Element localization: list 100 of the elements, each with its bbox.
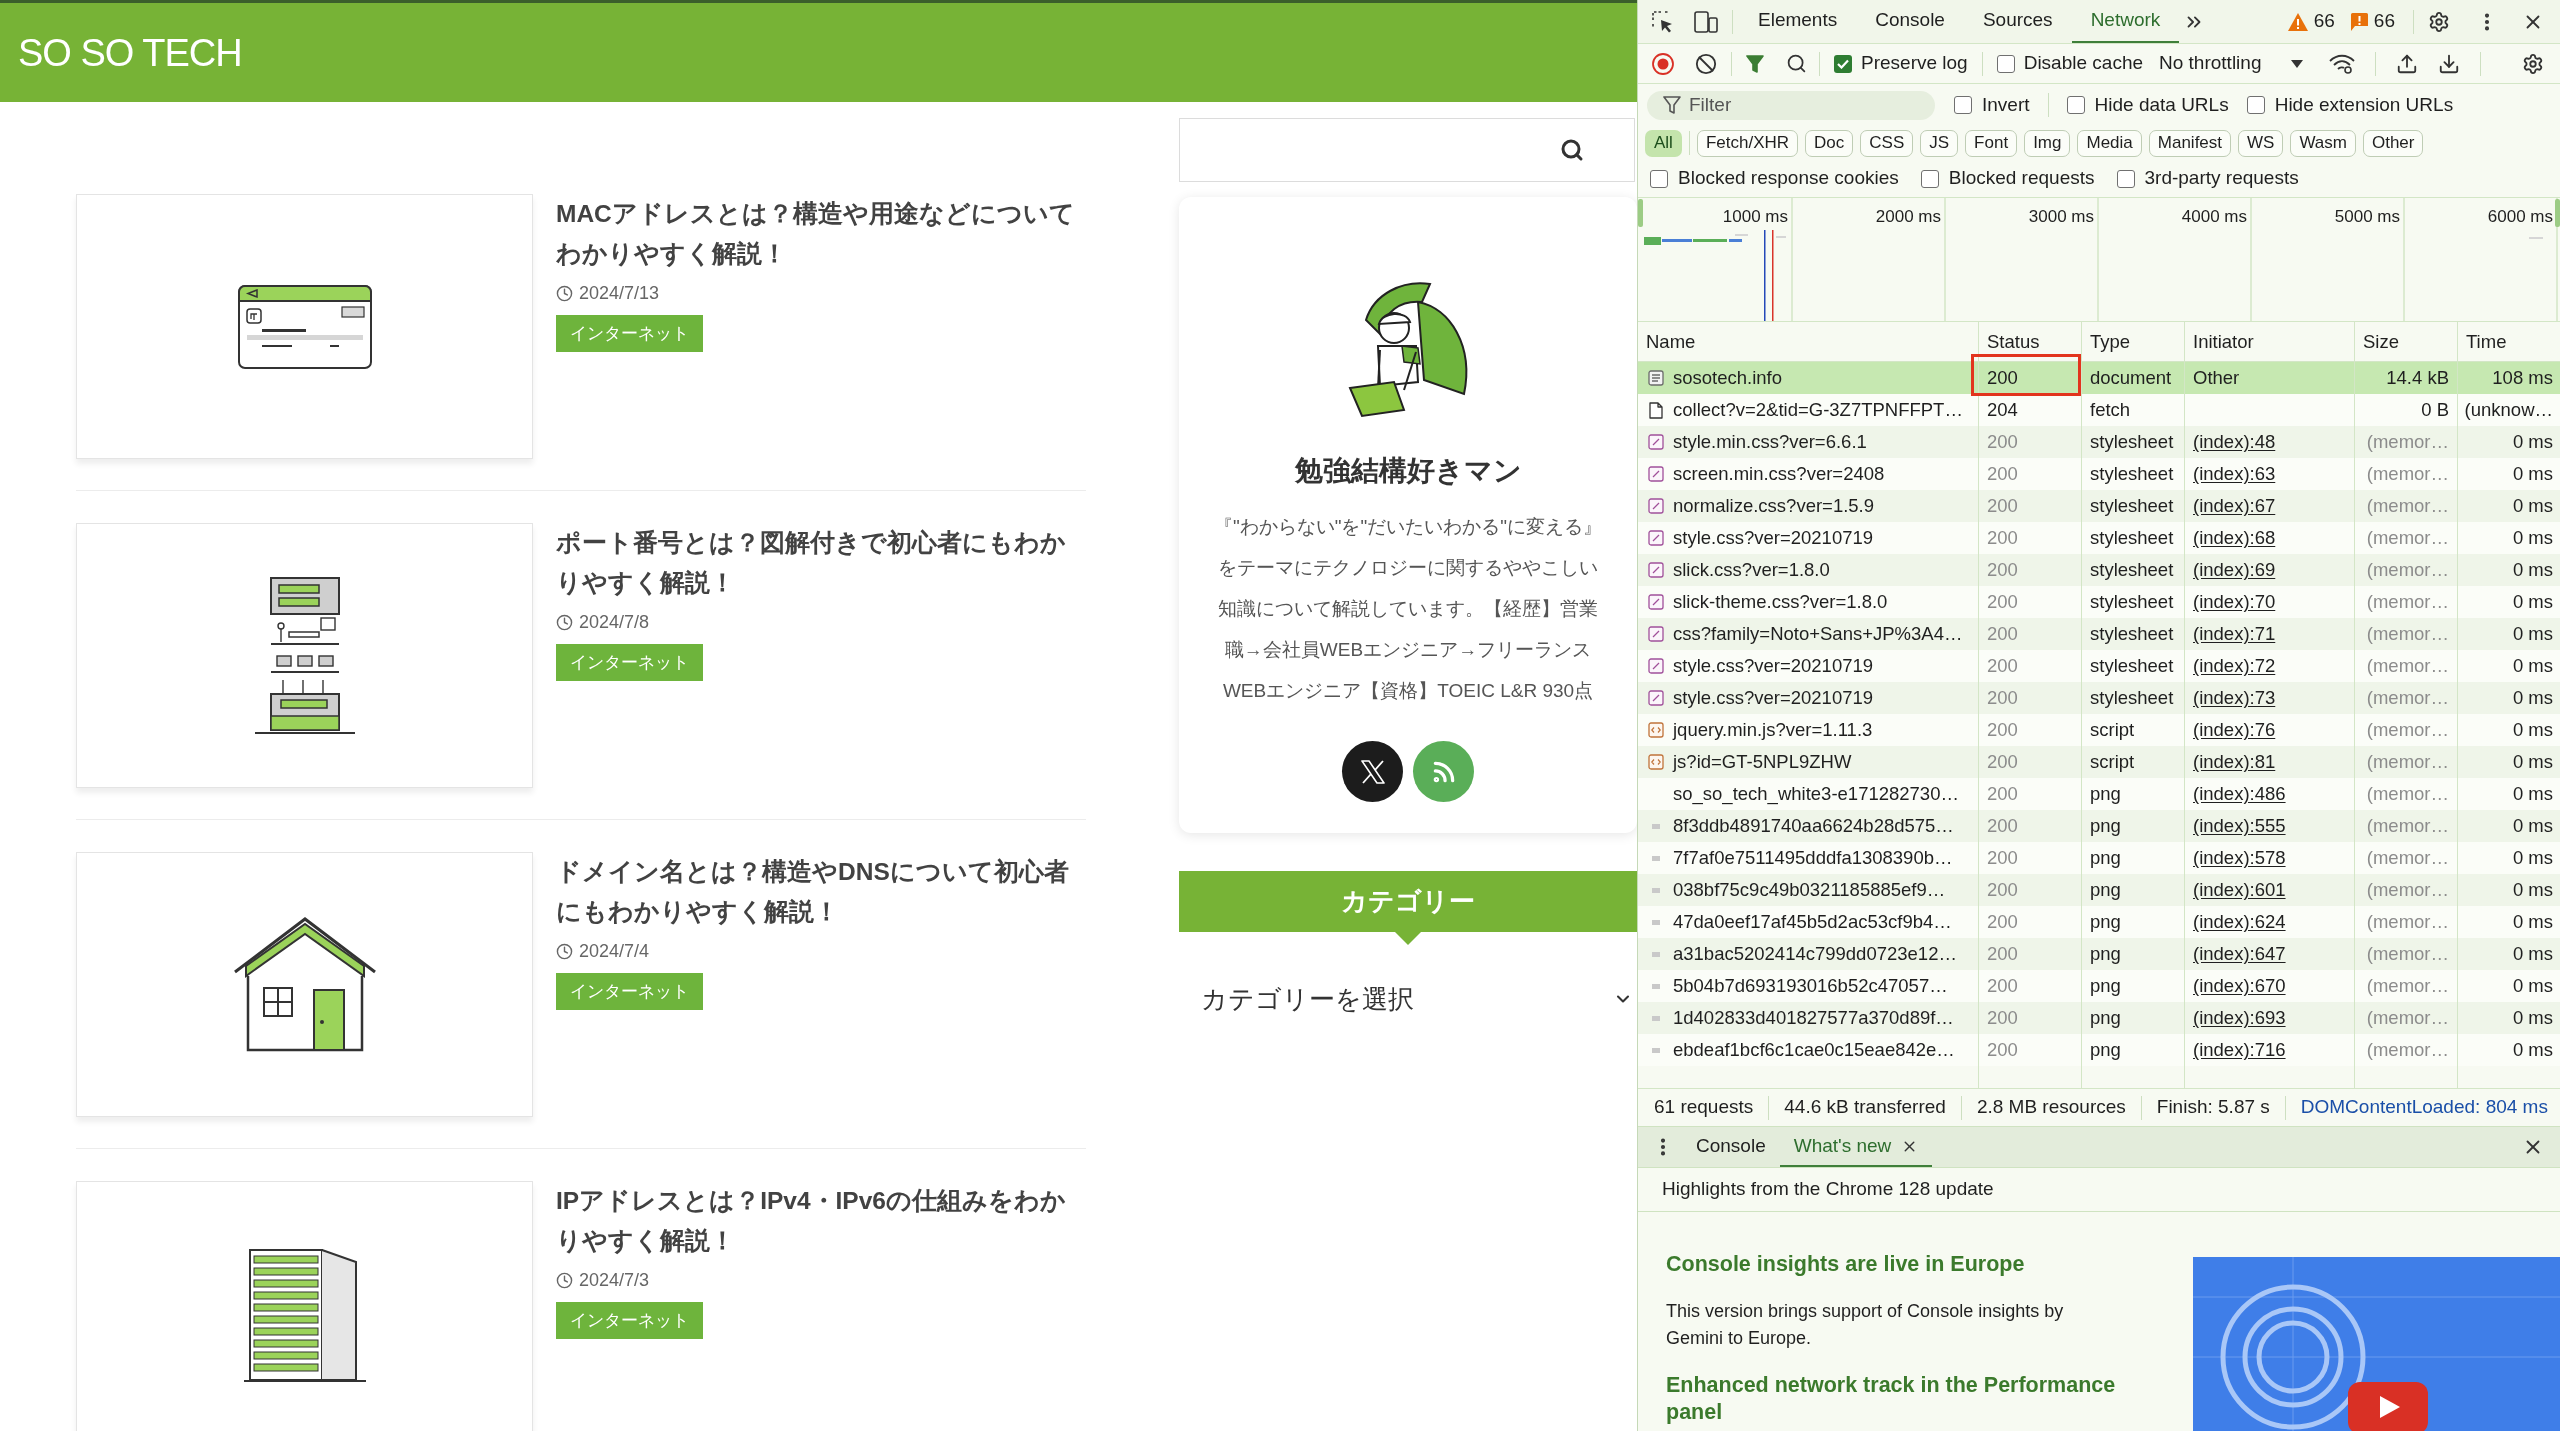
wifi-gear-icon[interactable] (2329, 53, 2356, 74)
request-row[interactable]: a31bac5202414c799dd0723e12… 200 png (index):647 (memor… 0 ms (1638, 938, 2560, 970)
upload-icon[interactable] (2396, 52, 2419, 75)
request-row[interactable]: js?id=GT-5NPL9ZHW 200 script (index):81 (memor… 0 ms (1638, 746, 2560, 778)
type-filter-chip[interactable]: All (1645, 129, 1682, 157)
request-row[interactable]: collect?v=2&tid=G-3Z7TPNFFPT… 204 fetch 0 B (unknow… (1638, 394, 2560, 426)
clear-icon[interactable] (1695, 52, 1717, 75)
warnings-counter[interactable]: 66 (2283, 7, 2339, 36)
article-title[interactable]: ドメイン名とは？構造やDNSについて初心者にもわかりやすく解説！ (556, 852, 1086, 932)
checkbox[interactable] (1996, 54, 2015, 73)
initiator-link[interactable]: (index):67 (2193, 492, 2276, 520)
panel-tab[interactable]: Sources (1963, 0, 2072, 43)
initiator-link[interactable]: (index):69 (2193, 556, 2276, 584)
checkbox-label[interactable]: Preserve log (1861, 49, 1968, 78)
settings-icon[interactable] (2428, 10, 2450, 33)
type-filter-chip[interactable]: Other (2362, 129, 2424, 157)
type-filter-chip[interactable]: JS (1920, 129, 1959, 157)
request-row[interactable]: 47da0eef17af45b5d2ac53cf9b4… 200 png (index):624 (memor… 0 ms (1638, 906, 2560, 938)
filter-icon[interactable] (1746, 54, 1764, 73)
type-filter-chip[interactable]: Font (1965, 129, 2018, 157)
search-icon[interactable] (1786, 53, 1807, 74)
record-icon[interactable] (1652, 52, 1674, 75)
initiator-link[interactable]: (index):555 (2193, 812, 2286, 840)
type-filter-chip[interactable]: Manifest (2148, 129, 2232, 157)
type-filter-chip[interactable]: Wasm (2290, 129, 2356, 157)
settings-icon[interactable] (2522, 52, 2544, 75)
x-social-button[interactable] (1342, 741, 1403, 802)
inspect-element-icon[interactable] (1652, 10, 1674, 33)
initiator-link[interactable]: (index):693 (2193, 1004, 2286, 1032)
range-handle[interactable] (2555, 199, 2560, 227)
request-row[interactable]: slick-theme.css?ver=1.8.0 200 stylesheet (index):70 (memor… 0 ms (1638, 586, 2560, 618)
checkbox-label[interactable]: Blocked requests (1948, 164, 2095, 193)
type-filter-chip[interactable]: CSS (1860, 129, 1914, 157)
checkbox[interactable] (1650, 169, 1668, 188)
request-row[interactable]: 7f7af0e7511495dddfa1308390b… 200 png (index):578 (memor… 0 ms (1638, 842, 2560, 874)
throttling-dropdown[interactable]: No throttling (2159, 49, 2304, 78)
device-toolbar-icon[interactable] (1694, 10, 1718, 33)
play-button-icon[interactable] (2348, 1382, 2428, 1431)
filter-field[interactable]: Filter (1647, 90, 1935, 120)
initiator-link[interactable]: (index):72 (2193, 652, 2276, 680)
checkbox-label[interactable]: 3rd-party requests (2144, 164, 2299, 193)
request-row[interactable]: css?family=Noto+Sans+JP%3A4… 200 stylesheet (index):71 (memor… 0 ms (1638, 618, 2560, 650)
checkbox-label[interactable]: Disable cache (2023, 49, 2143, 78)
initiator-link[interactable]: (index):647 (2193, 940, 2286, 968)
column-header[interactable]: Status (1979, 322, 2082, 361)
initiator-link[interactable]: (index):716 (2193, 1036, 2286, 1064)
initiator-link[interactable]: (index):76 (2193, 716, 2276, 744)
request-row[interactable]: style.css?ver=20210719 200 stylesheet (index):68 (memor… 0 ms (1638, 522, 2560, 554)
checkbox[interactable] (2116, 169, 2135, 188)
checkbox[interactable] (1920, 169, 1939, 188)
request-row[interactable]: normalize.css?ver=1.5.9 200 stylesheet (index):67 (memor… 0 ms (1638, 490, 2560, 522)
request-row[interactable]: style.min.css?ver=6.6.1 200 stylesheet (index):48 (memor… 0 ms (1638, 426, 2560, 458)
request-row[interactable]: screen.min.css?ver=2408 200 stylesheet (index):63 (memor… 0 ms (1638, 458, 2560, 490)
initiator-link[interactable]: (index):624 (2193, 908, 2286, 936)
article-thumbnail[interactable] (76, 1181, 533, 1431)
initiator-link[interactable]: (index):73 (2193, 684, 2276, 712)
initiator-link[interactable]: (index):670 (2193, 972, 2286, 1000)
column-header[interactable]: Name (1638, 322, 1979, 361)
initiator-link[interactable]: (index):81 (2193, 748, 2276, 776)
request-row[interactable]: so_so_tech_white3-e171282730… 200 png (index):486 (memor… 0 ms (1638, 778, 2560, 810)
type-filter-chip[interactable]: Media (2077, 129, 2142, 157)
request-row[interactable]: slick.css?ver=1.8.0 200 stylesheet (index):69 (memor… 0 ms (1638, 554, 2560, 586)
initiator-link[interactable]: (index):71 (2193, 620, 2276, 648)
type-filter-chip[interactable]: Img (2024, 129, 2071, 157)
checkbox[interactable] (1954, 96, 1972, 114)
article-thumbnail[interactable] (76, 194, 533, 459)
download-icon[interactable] (2438, 52, 2461, 75)
panel-tab[interactable]: Network (2071, 0, 2180, 43)
type-filter-chip[interactable]: Fetch/XHR (1696, 129, 1799, 157)
checkbox[interactable] (1834, 54, 1852, 73)
article-title[interactable]: ポート番号とは？図解付きで初心者にもわかりやすく解説！ (556, 523, 1086, 603)
rss-social-button[interactable] (1413, 741, 1474, 802)
column-header[interactable]: Type (2082, 322, 2185, 361)
checkbox[interactable] (2066, 96, 2085, 114)
type-filter-chip[interactable]: Doc (1805, 129, 1854, 157)
article-thumbnail[interactable] (76, 852, 533, 1117)
panel-tab[interactable]: Elements (1739, 0, 1857, 43)
article-thumbnail[interactable] (76, 523, 533, 788)
request-row[interactable]: 038bf75c9c49b0321185885ef9… 200 png (index):601 (memor… 0 ms (1638, 874, 2560, 906)
initiator-link[interactable]: (index):486 (2193, 780, 2286, 808)
initiator-link[interactable]: (index):48 (2193, 428, 2276, 456)
range-handle[interactable] (1638, 199, 1643, 227)
checkbox[interactable] (2246, 96, 2265, 114)
request-row[interactable]: 8f3ddb4891740aa6624b28d575… 200 png (index):555 (memor… 0 ms (1638, 810, 2560, 842)
type-filter-chip[interactable]: WS (2238, 129, 2284, 157)
request-row[interactable]: style.css?ver=20210719 200 stylesheet (index):73 (memor… 0 ms (1638, 682, 2560, 714)
request-row[interactable]: 1d402833d401827577a370d89f… 200 png (index):693 (memor… 0 ms (1638, 1002, 2560, 1034)
initiator-link[interactable]: (index):68 (2193, 524, 2276, 552)
checkbox-label[interactable]: Hide data URLs (2094, 90, 2229, 120)
request-row[interactable]: 5b04b7d693193016b52c47057… 200 png (index):670 (memor… 0 ms (1638, 970, 2560, 1002)
column-header[interactable]: Time (2458, 322, 2560, 361)
search-icon[interactable] (1560, 138, 1584, 162)
column-header[interactable]: Size (2355, 322, 2458, 361)
panel-tab[interactable]: Console (1856, 0, 1964, 43)
checkbox-label[interactable]: Hide extension URLs (2274, 90, 2454, 120)
initiator-link[interactable]: (index):578 (2193, 844, 2286, 872)
video-thumbnail[interactable] (2193, 1257, 2560, 1431)
drawer-tab[interactable]: What's new (1779, 1127, 1933, 1167)
request-row[interactable]: ebdeaf1bcf6c1cae0c15eae842e… 200 png (index):716 (memor… 0 ms (1638, 1034, 2560, 1066)
article-title[interactable]: MACアドレスとは？構造や用途などについてわかりやすく解説！ (556, 194, 1086, 274)
